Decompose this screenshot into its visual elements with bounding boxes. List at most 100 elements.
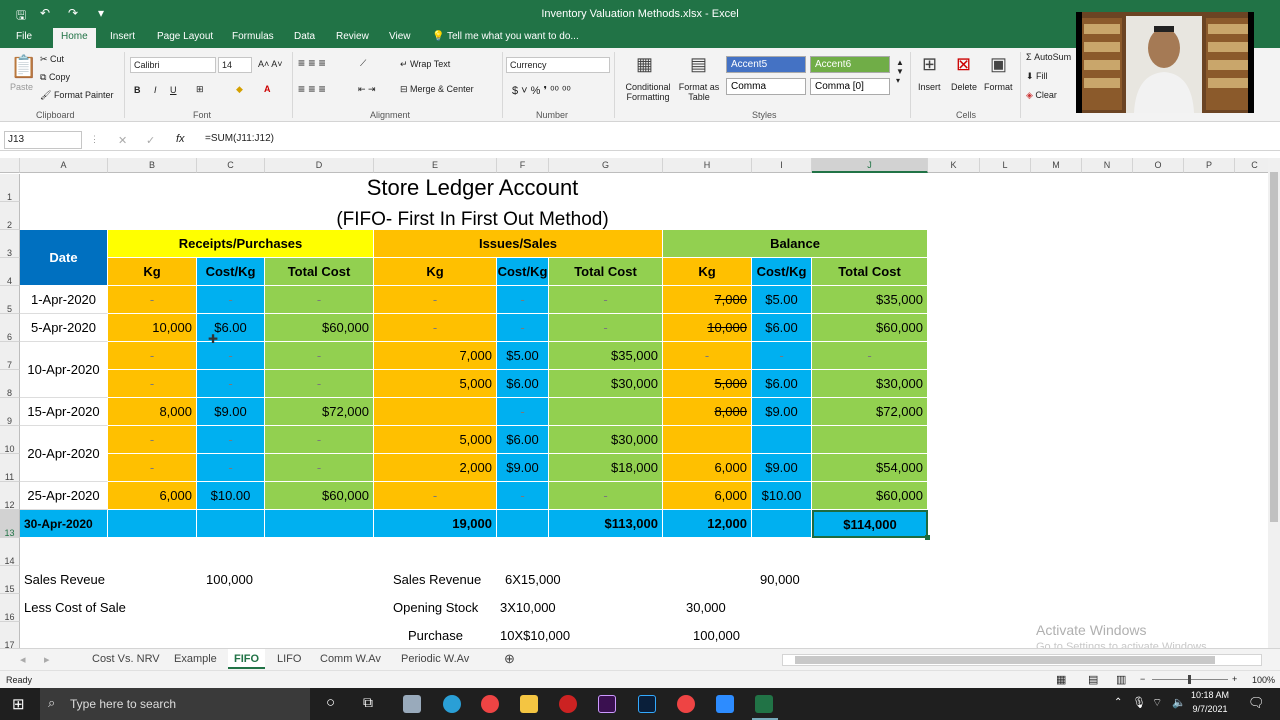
tab-file[interactable]: File [16,31,32,42]
ledger-cell[interactable]: 6,000 [108,482,197,510]
fill-color-icon[interactable]: ◆ [236,84,243,95]
note-opening-stock[interactable]: Opening Stock [389,594,499,622]
row-header[interactable]: 3 [0,230,20,258]
ledger-cell[interactable] [752,426,812,454]
ledger-cell[interactable]: 5,000 [374,370,497,398]
date-cell[interactable]: 5-Apr-2020 [20,314,108,342]
opera-icon[interactable] [559,695,577,713]
note-purchase[interactable]: Purchase [404,622,494,648]
receipts-kg-header[interactable]: Kg [108,258,197,286]
cancel-icon[interactable]: ✕ [118,134,127,147]
file-explorer-icon[interactable] [520,695,538,713]
date-cell[interactable]: 25-Apr-2020 [20,482,108,510]
format-cells-button[interactable]: Format [984,82,1013,92]
row-header[interactable]: 5 [0,286,20,314]
conditional-formatting-button[interactable]: Conditional Formatting [620,82,676,102]
note-opening-value[interactable]: 30,000 [682,594,752,622]
column-header[interactable]: N [1082,158,1133,173]
ledger-cell[interactable]: - [108,454,197,482]
balance-cost-header[interactable]: Cost/Kg [752,258,812,286]
merge-center-button[interactable]: ⊟ Merge & Center [400,84,474,95]
underline-button[interactable]: U [170,85,177,95]
paste-icon[interactable]: 📋 [10,54,37,80]
total-cell[interactable] [265,510,374,538]
ledger-cell[interactable]: - [108,342,197,370]
format-cells-icon[interactable]: ▣ [990,54,1007,75]
ledger-cell[interactable]: $35,000 [812,286,928,314]
ledger-cell[interactable]: $18,000 [549,454,663,482]
ledger-cell[interactable]: 8,000 [108,398,197,426]
ledger-cell[interactable]: $9.00 [197,398,265,426]
ledger-cell[interactable]: - [497,482,549,510]
ledger-cell[interactable]: 6,000 [663,482,752,510]
new-sheet-icon[interactable]: ⊕ [504,651,515,667]
row-header[interactable]: 4 [0,258,20,286]
row-header[interactable]: 2 [0,202,20,230]
ledger-cell[interactable]: - [197,426,265,454]
ledger-cell[interactable]: $60,000 [812,314,928,342]
row-header[interactable]: 13 [0,510,20,538]
total-balance-kg[interactable]: 12,000 [663,510,752,538]
column-header[interactable]: E [374,158,497,173]
page-break-view-icon[interactable]: ▥ [1116,673,1126,686]
ledger-cell[interactable]: - [265,454,374,482]
normal-view-icon[interactable]: ▦ [1056,673,1066,686]
row-header[interactable]: 1 [0,174,20,202]
ledger-cell[interactable]: - [197,342,265,370]
ledger-cell[interactable]: $6.00 [752,314,812,342]
ledger-cell[interactable]: 5,000 [663,370,752,398]
border-icon[interactable]: ⊞ [196,84,204,95]
ledger-cell[interactable]: - [497,286,549,314]
clock-time[interactable]: 10:18 AM [1190,690,1230,700]
column-header[interactable]: I [752,158,812,173]
row-header[interactable]: 11 [0,454,20,482]
column-header[interactable]: B [108,158,197,173]
font-name-box[interactable]: Calibri [130,57,216,73]
ledger-cell[interactable]: $54,000 [812,454,928,482]
balance-total-header[interactable]: Total Cost [812,258,928,286]
ledger-cell[interactable]: - [108,286,197,314]
style-accent5[interactable]: Accent5 [726,56,806,73]
ledger-cell[interactable]: - [265,426,374,454]
insert-function-icon[interactable]: fx [176,133,185,145]
next-sheet-icon[interactable]: ▸ [44,653,50,666]
note-sales-reveue-value[interactable]: 100,000 [202,566,282,594]
note-less-cost[interactable]: Less Cost of Sale [20,594,180,622]
tab-insert[interactable]: Insert [110,31,135,42]
styles-scroll-icon[interactable]: ▲ ▼ ▾ [896,58,904,85]
taskbar-search[interactable]: ⌕ Type here to search [40,688,310,720]
ledger-cell[interactable]: - [663,342,752,370]
style-comma[interactable]: Comma [726,78,806,95]
ledger-cell[interactable]: - [265,286,374,314]
chrome-icon[interactable] [481,695,499,713]
sheet-tab-periodic-wav[interactable]: Periodic W.Av [401,653,469,665]
ledger-cell[interactable]: $72,000 [812,398,928,426]
ledger-cell[interactable]: 8,000 [663,398,752,426]
receipts-header[interactable]: Receipts/Purchases [108,230,374,258]
ledger-cell[interactable]: $10.00 [752,482,812,510]
tell-me-search[interactable]: Tell me what you want to do... [447,31,579,42]
row-header[interactable]: 10 [0,426,20,454]
vertical-scrollbar[interactable] [1268,158,1280,648]
bold-button[interactable]: B [134,85,141,95]
wrap-text-button[interactable]: ↵ Wrap Text [400,59,450,70]
tab-review[interactable]: Review [336,31,369,42]
ledger-cell[interactable]: - [108,426,197,454]
volume-icon[interactable]: 🔈 [1172,696,1186,709]
tab-data[interactable]: Data [294,31,315,42]
note-sales-calc[interactable]: 6X15,000 [501,566,591,594]
cortana-icon[interactable]: ○ [326,694,335,711]
zoom-out-icon[interactable]: − [1140,674,1145,684]
note-sales-value[interactable]: 90,000 [756,566,826,594]
formula-input[interactable]: =SUM(J11:J12) [202,131,1274,149]
ledger-cell[interactable]: $9.00 [752,398,812,426]
issues-cost-header[interactable]: Cost/Kg [497,258,549,286]
row-header[interactable]: 6 [0,314,20,342]
row-header[interactable]: 16 [0,594,20,622]
sheet-tab-comm-wav[interactable]: Comm W.Av [320,653,381,665]
ledger-cell[interactable]: $30,000 [549,426,663,454]
issues-kg-header[interactable]: Kg [374,258,497,286]
column-header[interactable]: G [549,158,663,173]
column-header[interactable]: P [1184,158,1235,173]
zoom-in-icon[interactable]: + [1232,674,1237,684]
